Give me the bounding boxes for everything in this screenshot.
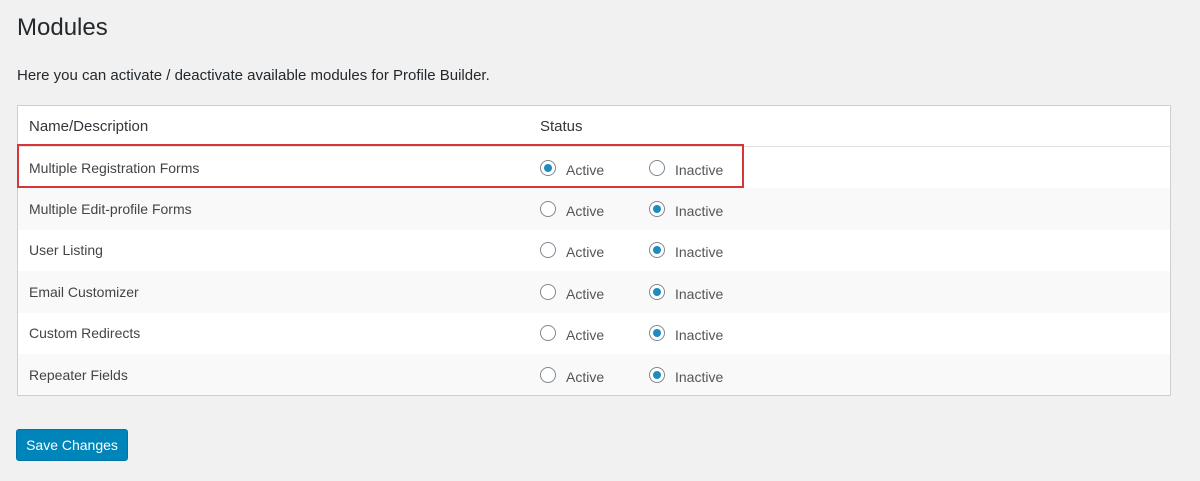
- radio-option-inactive[interactable]: Inactive: [649, 242, 724, 261]
- table-header: Name/Description Status: [18, 106, 1170, 147]
- module-name: Custom Redirects: [29, 325, 141, 342]
- radio-inactive[interactable]: [649, 283, 665, 300]
- radio-label-inactive: Inactive: [675, 203, 724, 220]
- table-row: Multiple Edit-profile Forms Active Inactiv…: [18, 188, 1170, 230]
- radio-inactive[interactable]: [649, 366, 665, 383]
- radio-label-active: Active: [566, 244, 605, 261]
- header-name: Name/Description: [29, 117, 149, 135]
- radio-active[interactable]: [540, 283, 556, 300]
- radio-option-active[interactable]: Active: [540, 159, 649, 178]
- module-name: Multiple Registration Forms: [29, 159, 200, 176]
- table-row: Multiple Registration Forms Active Inactiv…: [18, 147, 1170, 188]
- radio-label-inactive: Inactive: [675, 368, 724, 385]
- table-row: Repeater Fields Active Inactive: [18, 353, 1170, 396]
- radio-label-active: Active: [566, 327, 605, 344]
- module-name: Email Customizer: [29, 283, 139, 300]
- header-status: Status: [540, 117, 583, 135]
- radio-label-active: Active: [566, 368, 605, 385]
- page-title: Modules: [17, 14, 108, 41]
- radio-option-active[interactable]: Active: [540, 325, 649, 344]
- radio-label-active: Active: [566, 203, 605, 220]
- module-status: Active Inactive: [540, 283, 1170, 302]
- table-row: Custom Redirects Active Inactive: [18, 313, 1170, 354]
- module-status: Active Inactive: [540, 159, 1170, 178]
- radio-inactive[interactable]: [649, 325, 665, 342]
- modules-table: Name/Description Status Multiple Registr…: [17, 105, 1171, 397]
- radio-option-inactive[interactable]: Inactive: [649, 325, 724, 344]
- radio-label-active: Active: [566, 161, 605, 178]
- table-row: User Listing Active Inactive: [18, 230, 1170, 271]
- radio-option-active[interactable]: Active: [540, 242, 649, 261]
- radio-inactive[interactable]: [649, 159, 665, 176]
- module-status: Active Inactive: [540, 325, 1170, 344]
- radio-label-inactive: Inactive: [675, 244, 724, 261]
- module-status: Active Inactive: [540, 242, 1170, 261]
- table-row: Email Customizer Active Inactive: [18, 271, 1170, 313]
- radio-option-inactive[interactable]: Inactive: [649, 283, 724, 302]
- module-name: User Listing: [29, 242, 103, 259]
- radio-option-active[interactable]: Active: [540, 366, 649, 385]
- save-changes-button[interactable]: Save Changes: [16, 429, 128, 461]
- radio-inactive[interactable]: [649, 201, 665, 218]
- radio-label-inactive: Inactive: [675, 161, 724, 178]
- radio-label-inactive: Inactive: [675, 285, 724, 302]
- radio-active[interactable]: [540, 242, 556, 259]
- radio-option-inactive[interactable]: Inactive: [649, 201, 724, 220]
- radio-label-inactive: Inactive: [675, 327, 724, 344]
- module-name: Multiple Edit-profile Forms: [29, 201, 192, 218]
- module-status: Active Inactive: [540, 201, 1170, 220]
- radio-option-active[interactable]: Active: [540, 283, 649, 302]
- radio-option-active[interactable]: Active: [540, 201, 649, 220]
- radio-label-active: Active: [566, 285, 605, 302]
- table-body: Multiple Registration Forms Active Inactiv…: [18, 147, 1170, 396]
- page-description: Here you can activate / deactivate avail…: [17, 67, 490, 84]
- radio-active[interactable]: [540, 366, 556, 383]
- radio-inactive[interactable]: [649, 242, 665, 259]
- radio-option-inactive[interactable]: Inactive: [649, 159, 724, 178]
- radio-option-inactive[interactable]: Inactive: [649, 366, 724, 385]
- module-status: Active Inactive: [540, 366, 1170, 385]
- radio-active[interactable]: [540, 159, 556, 176]
- module-name: Repeater Fields: [29, 366, 128, 383]
- radio-active[interactable]: [540, 201, 556, 218]
- radio-active[interactable]: [540, 325, 556, 342]
